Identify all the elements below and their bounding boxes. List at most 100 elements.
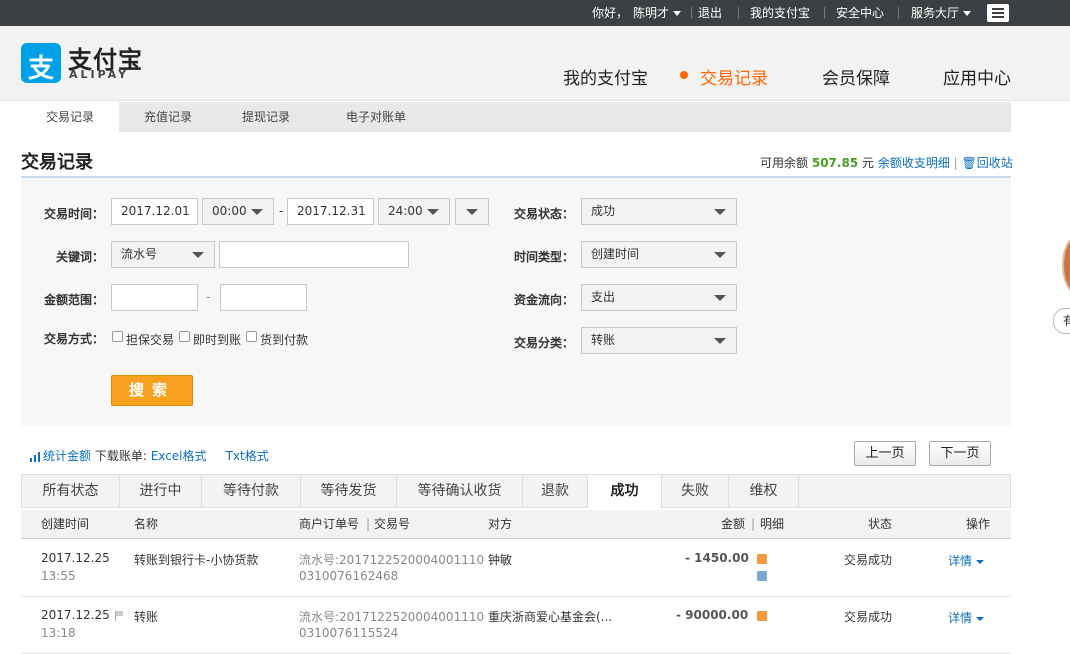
tab-in-progress[interactable]: 进行中 — [120, 475, 202, 508]
nav-transactions[interactable]: 交易记录 — [700, 64, 768, 89]
row-serial-cont: 0310076162468 — [299, 569, 399, 583]
col-status: 状态 — [868, 517, 893, 531]
nav-app-center[interactable]: 应用中心 — [943, 64, 1011, 89]
side-service-tab[interactable]: 有 — [1053, 308, 1070, 334]
trade-status-select[interactable]: 成功 — [581, 198, 737, 225]
recycle-label: 回收站 — [976, 156, 1013, 170]
trade-time-label: 交易时间： — [43, 207, 104, 221]
subnav-recharge[interactable]: 充值记录 — [119, 102, 217, 132]
balance-detail-link[interactable]: 余额收支明细 — [878, 156, 950, 170]
trade-status-value: 成功 — [591, 204, 616, 218]
table-row: 2017.12.25 13:18 转账 流水号:2017122520004001… — [21, 597, 1011, 654]
row-time: 13:55 — [41, 569, 76, 583]
tab-pending-receipt[interactable]: 等待确认收货 — [397, 475, 523, 508]
download-excel-link[interactable]: Excel格式 — [151, 449, 207, 463]
service-avatar[interactable] — [1062, 236, 1070, 294]
separator: | — [366, 517, 371, 531]
time-type-select[interactable]: 创建时间 — [581, 241, 737, 268]
method-cod-label: 货到付款 — [260, 333, 309, 347]
chevron-down-icon — [714, 252, 726, 258]
chevron-down-icon — [192, 252, 204, 258]
chevron-down-icon — [714, 338, 726, 344]
tab-failed[interactable]: 失败 — [662, 475, 729, 508]
download-label: 下载账单: — [94, 449, 147, 463]
amount-range-label: 金额范围： — [43, 293, 104, 307]
subnav-statement[interactable]: 电子对账单 — [321, 102, 431, 132]
balance-label: 可用余额 — [760, 156, 809, 170]
row-time: 13:18 — [41, 626, 76, 640]
chevron-down-icon — [466, 209, 478, 215]
greeting-text: 你好， — [592, 6, 629, 20]
tab-dispute[interactable]: 维权 — [729, 475, 799, 508]
divider — [898, 7, 899, 19]
amount-min-input[interactable] — [111, 284, 198, 311]
tab-pending-payment[interactable]: 等待付款 — [202, 475, 301, 508]
tab-pending-shipment[interactable]: 等待发货 — [301, 475, 397, 508]
start-date-input[interactable]: 2017.12.01 — [111, 198, 198, 225]
active-dot-icon — [680, 71, 688, 79]
time-type-label: 时间类型： — [513, 250, 574, 264]
date-range-dropdown[interactable] — [455, 198, 489, 225]
recycle-bin-link[interactable]: 🗑回收站 — [962, 156, 1013, 170]
my-alipay-link[interactable]: 我的支付宝 — [750, 0, 810, 26]
row-date: 2017.12.25 — [41, 551, 110, 565]
keyword-input[interactable] — [219, 241, 409, 268]
start-time-select[interactable]: 00:00 — [202, 198, 274, 225]
divider — [738, 7, 739, 19]
subnav-withdraw[interactable]: 提现记录 — [217, 102, 315, 132]
top-bar: 你好， 陈明才 退出 我的支付宝 安全中心 服务大厅 — [0, 0, 1070, 26]
tab-refund[interactable]: 退款 — [523, 475, 588, 508]
search-button[interactable]: 搜索 — [111, 375, 193, 406]
keyword-type-select[interactable]: 流水号 — [111, 241, 215, 268]
end-time-select[interactable]: 24:00 — [378, 198, 450, 225]
nav-member-protection[interactable]: 会员保障 — [822, 64, 890, 89]
detail-collapse-icon[interactable] — [757, 571, 767, 581]
fund-flow-select[interactable]: 支出 — [581, 284, 737, 311]
end-date-input[interactable]: 2017.12.31 — [287, 198, 374, 225]
balance-value: 507.85 — [811, 156, 859, 170]
user-name: 陈明才 — [633, 6, 670, 20]
trade-category-select[interactable]: 转账 — [581, 327, 737, 354]
tab-all[interactable]: 所有状态 — [22, 475, 120, 508]
detail-expand-icon[interactable] — [757, 611, 767, 621]
detail-expand-icon[interactable] — [757, 554, 767, 564]
trash-icon: 🗑 — [961, 156, 977, 170]
security-center-link[interactable]: 安全中心 — [836, 0, 884, 26]
nav-my-alipay[interactable]: 我的支付宝 — [563, 64, 648, 89]
tab-success[interactable]: 成功 — [588, 475, 662, 509]
row-counterparty: 重庆浙商爱心基金会(... — [488, 610, 613, 624]
chevron-down-icon — [976, 559, 985, 564]
row-date: 2017.12.25 — [41, 608, 110, 622]
bar-chart-icon — [30, 451, 41, 462]
col-created: 创建时间 — [41, 517, 90, 531]
alipay-logo-icon[interactable]: 支 — [21, 43, 61, 84]
prev-page-button[interactable]: 上一页 — [854, 441, 916, 466]
next-page-button[interactable]: 下一页 — [929, 441, 991, 466]
logout-link[interactable]: 退出 — [698, 0, 722, 26]
end-time-value: 24:00 — [388, 204, 423, 218]
row-detail-link[interactable]: 详情 — [948, 609, 985, 626]
row-detail-label: 详情 — [948, 554, 973, 568]
row-detail-label: 详情 — [948, 611, 973, 625]
chevron-down-icon — [714, 295, 726, 301]
method-instant-checkbox[interactable] — [179, 331, 190, 342]
download-txt-link[interactable]: Txt格式 — [226, 449, 269, 463]
method-escrow-checkbox[interactable] — [112, 331, 123, 342]
method-cod-checkbox[interactable] — [246, 331, 257, 342]
total-amount-link[interactable]: 统计金额 — [30, 449, 91, 463]
amount-max-input[interactable] — [220, 284, 307, 311]
row-detail-link[interactable]: 详情 — [948, 552, 985, 569]
subnav-transactions[interactable]: 交易记录 — [21, 102, 119, 132]
table-header: 创建时间 名称 商户订单号 | 交易号 对方 金额 | 明细 状态 操作 — [21, 510, 1011, 539]
row-name: 转账 — [134, 610, 159, 624]
row-counterparty: 钟敏 — [488, 553, 513, 567]
user-menu[interactable]: 陈明才 — [633, 0, 682, 26]
logo-sub: ALIPAY — [69, 68, 130, 81]
row-serial-cont: 0310076115524 — [299, 626, 399, 640]
menu-icon[interactable] — [987, 4, 1009, 22]
service-hall-menu[interactable]: 服务大厅 — [911, 0, 972, 26]
method-instant-label: 即时到账 — [193, 333, 242, 347]
trade-status-label: 交易状态： — [513, 207, 574, 221]
keyword-label: 关键词： — [55, 250, 104, 264]
flag-icon[interactable] — [115, 611, 123, 621]
